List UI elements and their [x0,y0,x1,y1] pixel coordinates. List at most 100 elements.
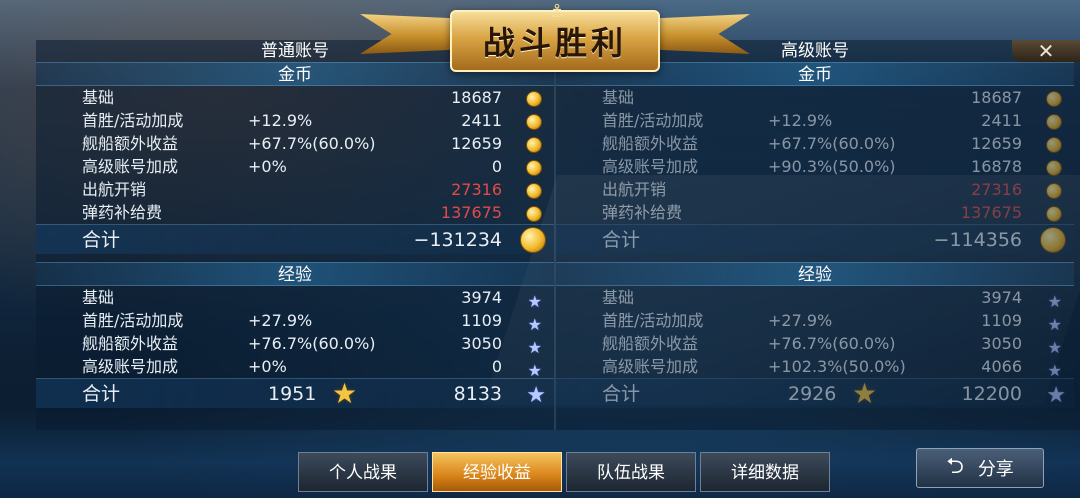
standard-account-column: 普通账号 金币 基础 18687 首胜/活动加成 +12.9% 2411 舰船额外收益 +6… [36,40,554,408]
tab-exp-income[interactable]: 经验收益 [432,452,562,492]
row-value: 0 [491,157,502,176]
row-percent: +67.7%(60.0%) [768,134,896,153]
gold-row: 高级账号加成 +90.3%(50.0%) 16878 [556,155,1074,178]
row-percent: +67.7%(60.0%) [248,134,376,153]
exp-section-header: 经验 [36,262,554,286]
exp-row: 基础 3974 ★ [556,286,1074,310]
exp-total-row: 合计 2926 ★ 12200 ★ [556,378,1074,408]
back-arrow-icon: ⮌ [946,454,964,479]
gold-rows: 基础 18687 首胜/活动加成 +12.9% 2411 舰船额外收益 +67.7%(60.… [556,86,1074,224]
exp-total-value: 12200 [961,383,1022,405]
gold-row: 舰船额外收益 +67.7%(60.0%) 12659 [556,132,1074,155]
total-label: 合计 [82,229,121,251]
close-button[interactable]: ✕ [1012,40,1080,62]
gold-row: 弹药补给费 137675 [36,201,554,224]
row-percent: +12.9% [248,111,313,130]
row-value: 27316 [451,180,502,199]
exp-row: 首胜/活动加成 +27.9% 1109 ★ [36,309,554,333]
gold-total-row: 合计 −131234 [36,224,554,254]
total-label: 合计 [82,383,121,405]
row-value: 1109 [461,311,502,330]
row-label: 出航开销 [602,180,667,199]
gold-row: 基础 18687 [556,86,1074,109]
row-label: 舰船额外收益 [82,134,179,153]
row-percent: +27.9% [768,311,833,330]
row-label: 基础 [82,288,115,307]
gold-row: 首胜/活动加成 +12.9% 2411 [36,109,554,132]
row-value: 3050 [981,334,1022,353]
exp-total-row: 合计 1951 ★ 8133 ★ [36,378,554,408]
gold-row: 出航开销 27316 [36,178,554,201]
exp-rows: 基础 3974 ★ 首胜/活动加成 +27.9% 1109 ★ 舰船额外收益 +76.7%(60… [556,286,1074,379]
gold-total-row: 合计 −114356 [556,224,1074,254]
row-value: 3974 [981,288,1022,307]
exp-row: 高级账号加成 +102.3%(50.0%) 4066 ★ [556,355,1074,379]
gold-row: 舰船额外收益 +67.7%(60.0%) 12659 [36,132,554,155]
row-value: 12659 [971,134,1022,153]
row-label: 高级账号加成 [602,157,699,176]
banner-title: 战斗胜利 [482,24,627,62]
row-percent: +0% [248,357,287,376]
row-label: 首胜/活动加成 [602,311,704,330]
row-value: 137675 [960,203,1022,222]
share-button[interactable]: ⮌ 分享 [916,448,1044,488]
anchor-icon: ⚓ [548,1,566,22]
banner-plate: ⚓ 战斗胜利 [450,2,660,72]
row-label: 高级账号加成 [82,157,179,176]
gold-rows: 基础 18687 首胜/活动加成 +12.9% 2411 舰船额外收益 +67.7%(60.… [36,86,554,224]
row-value: 1109 [981,311,1022,330]
row-percent: +90.3%(50.0%) [768,157,896,176]
exp-rows: 基础 3974 ★ 首胜/活动加成 +27.9% 1109 ★ 舰船额外收益 +76.7%(60… [36,286,554,379]
row-percent: +0% [248,157,287,176]
exp-row: 高级账号加成 +0% 0 ★ [36,355,554,379]
row-percent: +12.9% [768,111,833,130]
row-value: 137675 [440,203,502,222]
gold-star-icon: ★ [852,377,878,410]
tab-team-results[interactable]: 队伍战果 [566,452,696,492]
row-label: 弹药补给费 [602,203,683,222]
gold-star-icon: ★ [332,377,358,410]
total-label: 合计 [602,383,641,405]
tab-personal-results[interactable]: 个人战果 [298,452,428,492]
gold-coin-icon [520,227,546,262]
gold-coin-icon [1040,227,1066,262]
row-label: 首胜/活动加成 [602,111,704,130]
exp-row: 基础 3974 ★ [36,286,554,310]
star-icon: ★ [526,383,546,408]
gold-total-value: −131234 [413,229,502,251]
row-value: 2411 [461,111,502,130]
row-label: 基础 [602,88,635,107]
row-value: 0 [491,357,502,376]
row-value: 12659 [451,134,502,153]
row-label: 基础 [82,88,115,107]
exp-row: 舰船额外收益 +76.7%(60.0%) 3050 ★ [556,332,1074,356]
tab-detailed-data[interactable]: 详细数据 [700,452,830,492]
row-label: 首胜/活动加成 [82,311,184,330]
result-tabs: 个人战果 经验收益 队伍战果 详细数据 [298,452,830,494]
row-value: 16878 [971,157,1022,176]
row-percent: +102.3%(50.0%) [768,357,906,376]
exp-total-value: 8133 [453,383,502,405]
row-value: 18687 [971,88,1022,107]
gold-row: 弹药补给费 137675 [556,201,1074,224]
star-icon: ★ [1046,383,1066,408]
exp-total-mid-value: 2926 [788,383,837,405]
gold-total-value: −114356 [933,229,1022,251]
exp-row: 首胜/活动加成 +27.9% 1109 ★ [556,309,1074,333]
row-label: 高级账号加成 [82,357,179,376]
row-value: 3974 [461,288,502,307]
total-label: 合计 [602,229,641,251]
row-value: 18687 [451,88,502,107]
victory-banner: ⚓ 战斗胜利 [360,0,750,76]
row-percent: +27.9% [248,311,313,330]
exp-section-header: 经验 [556,262,1074,286]
row-label: 舰船额外收益 [82,334,179,353]
gold-row: 首胜/活动加成 +12.9% 2411 [556,109,1074,132]
row-value: 2411 [981,111,1022,130]
row-label: 弹药补给费 [82,203,163,222]
row-label: 舰船额外收益 [602,334,699,353]
exp-row: 舰船额外收益 +76.7%(60.0%) 3050 ★ [36,332,554,356]
gold-row: 出航开销 27316 [556,178,1074,201]
gold-row: 高级账号加成 +0% 0 [36,155,554,178]
row-label: 高级账号加成 [602,357,699,376]
